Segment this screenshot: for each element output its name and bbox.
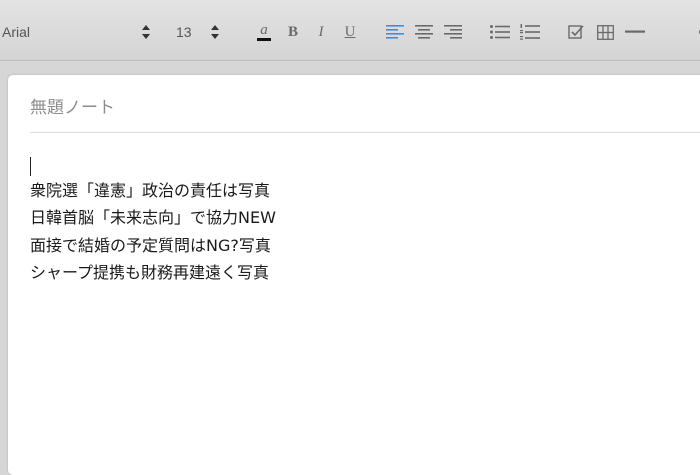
checkbox-icon[interactable] (566, 22, 586, 42)
italic-icon[interactable]: I (311, 22, 331, 42)
note-line: 衆院選「違憲」政治の責任は写真 (30, 181, 271, 200)
overflow-icon[interactable] (690, 22, 700, 42)
numbered-list-icon[interactable] (520, 22, 540, 42)
text-color-swatch (257, 38, 271, 41)
align-left-icon[interactable] (385, 22, 405, 42)
note-line: 日韓首脳「未来志向」で協力NEW (30, 208, 276, 228)
align-center-icon[interactable] (414, 22, 434, 42)
bold-icon[interactable]: B (283, 22, 303, 42)
text-color-icon[interactable]: a (254, 22, 274, 42)
font-family-select[interactable]: Arial (2, 24, 30, 40)
horizontal-rule-icon[interactable] (625, 22, 645, 42)
text-color-glyph: a (260, 22, 268, 38)
note-line: シャープ提携も財務再建遠く写真 (30, 262, 270, 282)
formatting-toolbar: Arial 13 a B I U (0, 0, 700, 61)
underline-icon[interactable]: U (340, 22, 360, 42)
note-body[interactable]: 衆院選「違憲」政治の責任は写真 日韓首脳「未来志向」で協力NEW 面接で結婚の予… (30, 177, 276, 286)
table-icon[interactable] (595, 22, 615, 42)
note-title-field[interactable]: 無題ノート (30, 93, 115, 118)
align-right-icon[interactable] (443, 22, 463, 42)
bullet-list-icon[interactable] (490, 22, 510, 42)
text-caret (30, 157, 31, 176)
note-editor[interactable]: 無題ノート 衆院選「違憲」政治の責任は写真 日韓首脳「未来志向」で協力NEW 面… (8, 75, 700, 475)
font-size-stepper-icon[interactable] (210, 24, 220, 40)
note-line: 面接で結婚の予定質問はNG?写真 (30, 235, 271, 255)
title-divider (30, 132, 700, 133)
font-size-select[interactable]: 13 (176, 24, 192, 40)
font-family-stepper-icon[interactable] (141, 24, 151, 40)
